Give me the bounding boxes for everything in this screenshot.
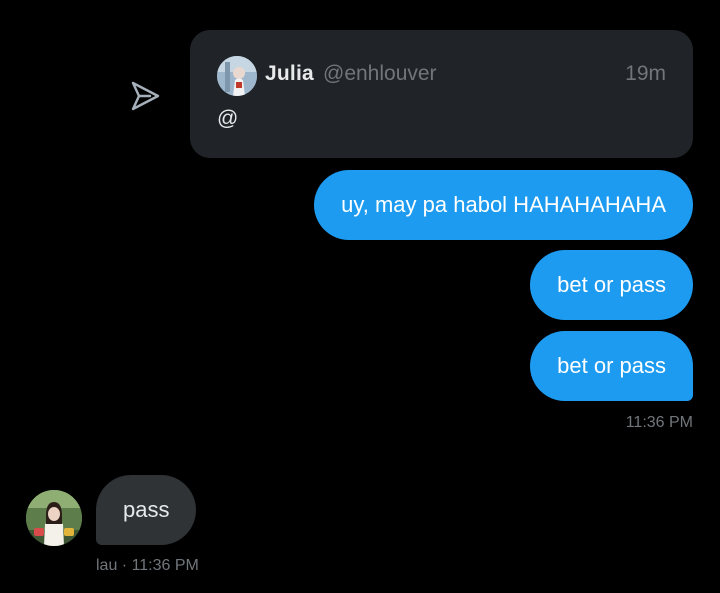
outgoing-message[interactable]: bet or pass (530, 250, 693, 320)
quoted-post-author-name[interactable]: Julia (265, 62, 314, 86)
incoming-message[interactable]: pass (96, 475, 197, 545)
quoted-post-author-handle: @enhlouver (323, 62, 437, 85)
quoted-post-time: 19m (625, 62, 666, 85)
share-icon[interactable] (128, 80, 162, 112)
quoted-post-card[interactable]: Julia @enhlouver 19m @ (190, 30, 693, 158)
quoted-post-avatar[interactable] (217, 56, 257, 96)
outgoing-message[interactable]: uy, may pa habol HAHAHAHAHA (314, 170, 693, 240)
incoming-message-meta: lau · 11:36 PM (96, 557, 199, 574)
sender-avatar[interactable] (26, 490, 82, 546)
outgoing-message[interactable]: bet or pass (530, 331, 693, 401)
quoted-post-text: @ (217, 107, 239, 130)
outgoing-message-timestamp: 11:36 PM (625, 414, 693, 431)
